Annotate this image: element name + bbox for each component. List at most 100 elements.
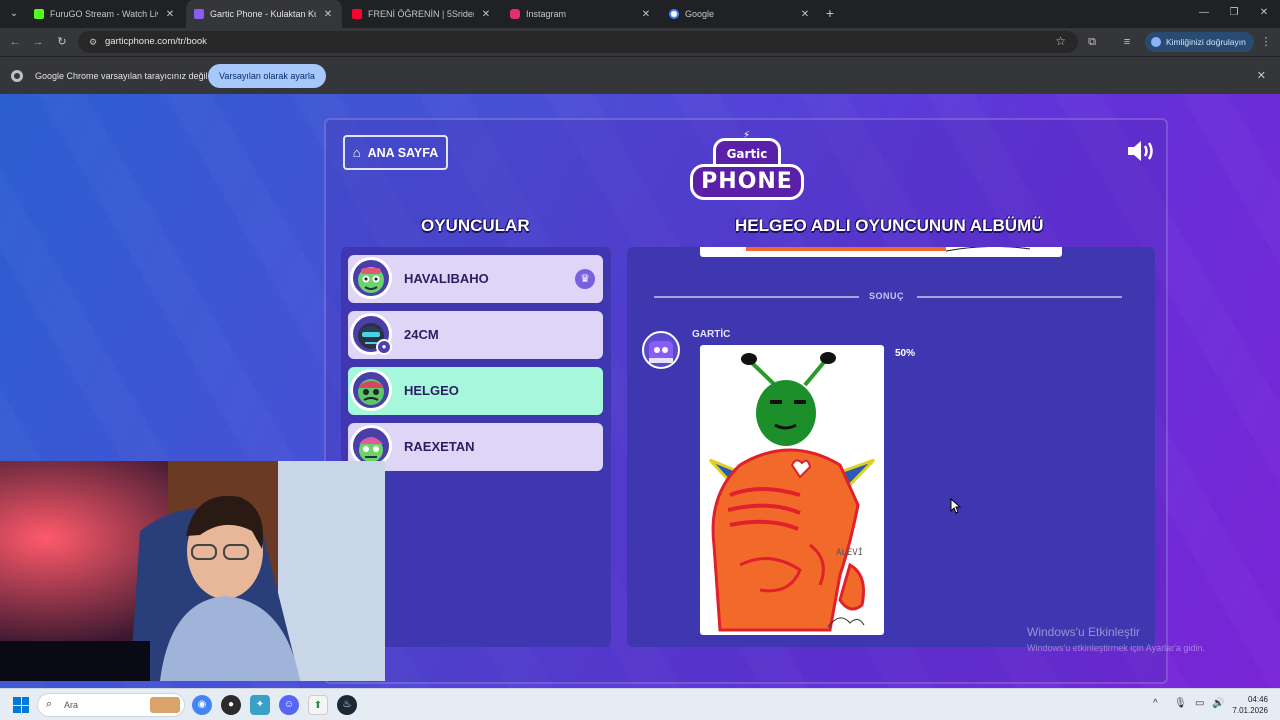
clock-time: 04:46 xyxy=(1247,695,1268,704)
tab-google[interactable]: Google ✕ xyxy=(661,0,819,28)
restore-icon[interactable]: ❐ xyxy=(1224,4,1244,22)
tab-strip: ⌄ FuruGO Stream - Watch Live o ✕ Gartic … xyxy=(0,0,1280,28)
drawing-signature: ALEVİ xyxy=(836,547,863,558)
drawing-author: GARTİC xyxy=(692,329,731,340)
close-icon[interactable]: ✕ xyxy=(322,9,334,20)
network-icon[interactable]: ▭ xyxy=(1195,698,1204,709)
chrome-taskbar-icon[interactable]: ◉ xyxy=(192,695,212,715)
tray-chevron-icon[interactable]: ^ xyxy=(1153,698,1158,709)
player-card-raexetan[interactable]: RAEXETAN xyxy=(348,423,603,471)
lightning-icon: ⚡ xyxy=(743,130,751,141)
set-default-button[interactable]: Varsayılan olarak ayarla xyxy=(208,64,326,88)
logo-bottom-text: PHONE xyxy=(690,164,804,200)
chrome-icon xyxy=(11,70,23,82)
tab-instagram[interactable]: Instagram ✕ xyxy=(502,0,660,28)
kick-favicon-icon xyxy=(34,9,44,19)
tab-youtube[interactable]: FRENİ ÖĞRENİN | 5Sriders | M ✕ xyxy=(344,0,500,28)
player-card-havalibaho[interactable]: HAVALIBAHO ♛ xyxy=(348,255,603,303)
clock-date: 7.01.2026 xyxy=(1232,706,1268,715)
result-divider-left xyxy=(654,296,859,298)
forward-arrow-icon[interactable]: → xyxy=(29,33,47,51)
bookmark-star-icon[interactable]: ☆ xyxy=(1055,34,1066,48)
tab-title: Google xyxy=(685,9,715,19)
profile-icon xyxy=(1151,37,1161,47)
url-text[interactable]: garticphone.com/tr/book xyxy=(105,36,207,47)
profile-label: Kimliğinizi doğrulayın xyxy=(1166,37,1246,47)
steam-taskbar-icon[interactable]: ♨ xyxy=(337,695,357,715)
profile-verify-button[interactable]: Kimliğinizi doğrulayın xyxy=(1145,32,1254,52)
new-tab-button[interactable]: + xyxy=(822,5,838,21)
player-avatar xyxy=(350,257,392,299)
reload-icon[interactable]: ↻ xyxy=(53,33,71,51)
windows-activation-subtitle: Windows'u etkinleştirmek için Ayarlar'a … xyxy=(1027,643,1205,653)
tab-title: FuruGO Stream - Watch Live o xyxy=(50,9,158,19)
house-icon: ⌂ xyxy=(352,145,361,160)
tab-gartic-phone[interactable]: Gartic Phone - Kulaktan Kulağa ✕ xyxy=(186,0,342,28)
close-window-icon[interactable]: ✕ xyxy=(1254,4,1274,22)
menu-dots-icon[interactable]: ⋮ xyxy=(1257,33,1275,51)
search-highlight-image xyxy=(150,697,180,713)
drawing-percent: 50% xyxy=(895,348,916,359)
microphone-icon[interactable]: 🎙 xyxy=(1174,698,1187,709)
network-app-taskbar-icon[interactable]: ✦ xyxy=(250,695,270,715)
taskbar-clock[interactable]: 04:46 7.01.2026 xyxy=(1232,694,1268,716)
youtube-favicon-icon xyxy=(352,9,362,19)
mouse-cursor-icon xyxy=(950,498,962,514)
player-name: RAEXETAN xyxy=(404,439,475,454)
instagram-favicon-icon xyxy=(510,9,520,19)
search-placeholder: Ara xyxy=(64,700,79,710)
result-divider-right xyxy=(917,296,1122,298)
home-button-label: ANA SAYFA xyxy=(367,145,439,160)
result-label: SONUÇ xyxy=(869,291,905,301)
player-card-helgeo[interactable]: HELGEO xyxy=(348,367,603,415)
infobar-message: Google Chrome varsayılan tarayıcınız değ… xyxy=(35,71,208,81)
close-icon[interactable]: ✕ xyxy=(480,9,492,20)
volume-icon[interactable]: 🔊 xyxy=(1212,698,1224,709)
back-arrow-icon[interactable]: ← xyxy=(6,33,24,51)
close-icon[interactable]: ✕ xyxy=(640,9,652,20)
previous-drawing xyxy=(700,247,1062,257)
players-title: OYUNCULAR xyxy=(421,216,530,235)
host-crown-icon: ♛ xyxy=(575,269,595,289)
close-icon[interactable]: ✕ xyxy=(164,9,176,20)
tab-title: FRENİ ÖĞRENİN | 5Sriders | M xyxy=(368,9,474,19)
tab-search-button[interactable]: ⌄ xyxy=(4,4,24,24)
tab-title: Instagram xyxy=(526,9,567,19)
close-infobar-icon[interactable]: ✕ xyxy=(1257,69,1266,82)
album-panel: SONUÇ GARTİC ALEVİ 50% xyxy=(627,247,1155,647)
taskbar-search[interactable]: ⌕ Ara xyxy=(37,693,185,717)
player-name: HAVALIBAHO xyxy=(404,271,489,286)
home-button[interactable]: ⌂ ANA SAYFA xyxy=(343,135,448,170)
google-favicon-icon xyxy=(669,9,679,19)
player-card-24cm[interactable]: ● 24CM xyxy=(348,311,603,359)
windows-taskbar: ⌕ Ara ◉ ● ✦ ☺ ⬆ ♨ ^ 🎙 ▭ 🔊 04:46 7.01.202… xyxy=(0,688,1280,720)
gartic-favicon-icon xyxy=(194,9,204,19)
minimize-icon[interactable]: — xyxy=(1194,4,1214,22)
obs-taskbar-icon[interactable]: ● xyxy=(221,695,241,715)
browser-toolbar: ← → ↻ ⚙ garticphone.com/tr/book ☆ ⧉ ≡ Ki… xyxy=(0,28,1280,56)
speaker-icon[interactable] xyxy=(1126,138,1156,164)
user-badge-icon: ● xyxy=(376,339,392,355)
site-info-icon[interactable]: ⚙ xyxy=(86,35,100,49)
album-title: HELGEO ADLI OYUNCUNUN ALBÜMÜ xyxy=(735,216,1044,235)
player-name: 24CM xyxy=(404,327,439,342)
player-avatar xyxy=(350,369,392,411)
search-icon: ⌕ xyxy=(46,698,53,710)
tab-title: Gartic Phone - Kulaktan Kulağa xyxy=(210,9,316,19)
gartic-phone-logo: Gartic PHONE ⚡ xyxy=(688,130,806,206)
extensions-icon[interactable]: ⧉ xyxy=(1083,33,1101,51)
tab-furugo[interactable]: FuruGO Stream - Watch Live o ✕ xyxy=(26,0,184,28)
gartic-page: ⌂ ANA SAYFA Gartic PHONE ⚡ OYUNCULAR HEL… xyxy=(0,94,1280,688)
discord-taskbar-icon[interactable]: ☺ xyxy=(279,695,299,715)
address-bar[interactable]: ⚙ garticphone.com/tr/book ☆ xyxy=(78,31,1078,53)
close-icon[interactable]: ✕ xyxy=(799,9,811,20)
webcam-overlay xyxy=(0,461,385,681)
file-app-taskbar-icon[interactable]: ⬆ xyxy=(308,695,328,715)
windows-start-icon[interactable] xyxy=(13,697,29,713)
default-browser-infobar: Google Chrome varsayılan tarayıcınız değ… xyxy=(0,56,1280,94)
gartic-bot-avatar xyxy=(642,331,680,369)
player-name: HELGEO xyxy=(404,383,459,398)
windows-activation-title: Windows'u Etkinleştir xyxy=(1027,625,1140,639)
result-drawing: ALEVİ xyxy=(700,345,884,635)
reading-list-icon[interactable]: ≡ xyxy=(1118,33,1136,51)
